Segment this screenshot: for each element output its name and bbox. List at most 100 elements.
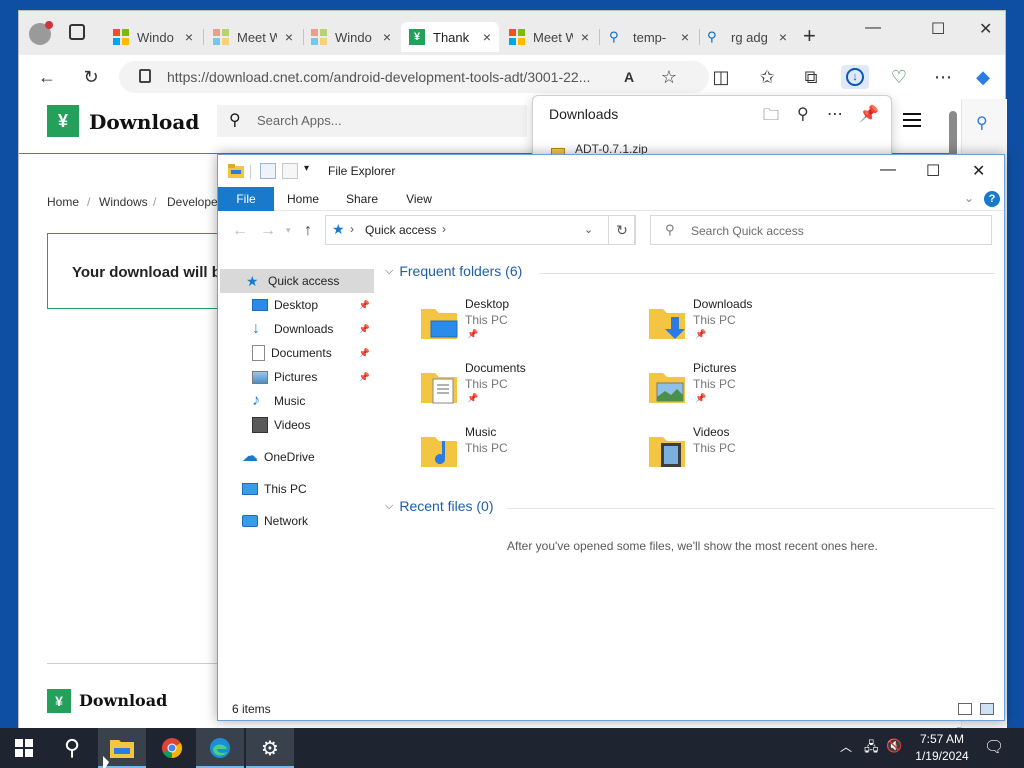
taskbar-search-button[interactable]: ⚲ <box>48 728 96 768</box>
tab-view[interactable]: View <box>400 187 438 211</box>
frequent-folders-header[interactable]: ⌵ Frequent folders (6) <box>385 263 522 279</box>
sidebar-item-music[interactable]: ♪ Music <box>220 389 374 413</box>
browser-tab[interactable]: Meet W × <box>501 22 597 52</box>
pin-icon[interactable]: 📌 <box>359 300 370 311</box>
chevron-right-icon[interactable]: › <box>442 222 446 236</box>
new-folder-icon[interactable] <box>282 163 298 179</box>
back-arrow-icon[interactable]: ← <box>232 222 248 240</box>
refresh-button[interactable]: ↻ <box>79 65 103 89</box>
browser-essentials-icon[interactable]: ♡ <box>887 65 911 89</box>
browser-tab[interactable]: ⚲ rg adg × <box>699 22 795 52</box>
browser-tab[interactable]: Windo × <box>303 22 399 52</box>
close-icon[interactable]: × <box>483 29 491 45</box>
close-icon[interactable]: × <box>681 29 689 45</box>
address-dropdown-icon[interactable]: ⌄ <box>584 223 593 236</box>
tab-share[interactable]: Share <box>340 187 384 211</box>
maximize-button[interactable]: ☐ <box>931 19 945 39</box>
breadcrumb-developer[interactable]: Developer <box>167 195 222 209</box>
sidebar-item-downloads[interactable]: ↓ Downloads 📌 <box>220 317 374 341</box>
folder-tile-videos[interactable]: Videos This PC <box>647 423 847 479</box>
breadcrumb-windows[interactable]: Windows <box>99 195 148 209</box>
pin-icon[interactable]: 📌 <box>359 372 370 383</box>
pin-icon[interactable]: 📌 <box>359 324 370 335</box>
close-icon[interactable]: × <box>779 29 787 45</box>
maximize-button[interactable]: ☐ <box>926 161 940 181</box>
site-logo-text[interactable]: Download <box>89 110 199 134</box>
close-window-button[interactable]: ✕ <box>972 161 985 181</box>
open-folder-icon[interactable]: 🗀 <box>763 104 779 131</box>
explorer-address-bar[interactable]: ★ › Quick access › ⌄ <box>325 215 635 245</box>
sidebar-item-quick-access[interactable]: ★ Quick access <box>220 269 374 293</box>
help-icon[interactable]: ? <box>984 191 1000 207</box>
close-window-button[interactable]: ✕ <box>979 19 992 39</box>
footer-logo-text[interactable]: Download <box>79 691 167 710</box>
explorer-refresh-button[interactable]: ↻ <box>608 215 636 245</box>
more-options-icon[interactable]: ⋯ <box>827 104 843 124</box>
sidebar-item-network[interactable]: Network <box>220 509 374 533</box>
sidebar-search-icon[interactable]: ⚲ <box>976 113 988 133</box>
browser-tab[interactable]: Windo × <box>105 22 201 52</box>
browser-tab[interactable]: Meet W × <box>205 22 301 52</box>
search-apps-input[interactable]: ⚲ Search Apps... <box>217 105 527 137</box>
close-icon[interactable]: × <box>185 29 193 45</box>
more-menu-icon[interactable]: ⋯ <box>931 65 955 89</box>
taskbar-edge[interactable] <box>196 728 244 768</box>
downloads-button[interactable]: ↓ <box>841 65 869 89</box>
read-aloud-icon[interactable]: A <box>617 65 641 89</box>
minimize-button[interactable]: — <box>865 19 881 37</box>
close-icon[interactable]: × <box>581 29 589 45</box>
network-status-icon[interactable]: 🖧 <box>864 738 879 768</box>
folder-tile-pictures[interactable]: Pictures This PC 📌 <box>647 359 847 415</box>
folder-tile-music[interactable]: Music This PC <box>419 423 619 479</box>
qat-dropdown-icon[interactable]: ▾ <box>304 163 309 174</box>
recent-locations-icon[interactable]: ▾ <box>286 225 291 236</box>
sidebar-item-desktop[interactable]: Desktop 📌 <box>220 293 374 317</box>
taskbar-settings[interactable]: ⚙ <box>246 728 294 768</box>
new-tab-button[interactable]: + <box>803 23 816 49</box>
minimize-button[interactable]: — <box>880 161 896 179</box>
show-hidden-icons-chevron-up-icon[interactable]: ︿ <box>840 738 852 768</box>
split-screen-icon[interactable]: ◫ <box>709 65 733 89</box>
sidebar-item-pictures[interactable]: Pictures 📌 <box>220 365 374 389</box>
hamburger-menu-icon[interactable] <box>903 113 921 127</box>
volume-muted-icon[interactable]: 🔇 <box>886 738 902 768</box>
recent-files-header[interactable]: ⌵ Recent files (0) <box>385 498 494 514</box>
start-button[interactable] <box>0 728 48 768</box>
favorite-star-icon[interactable]: ☆ <box>657 65 681 89</box>
details-view-icon[interactable] <box>958 703 972 715</box>
large-icons-view-icon[interactable] <box>980 703 994 715</box>
notification-center-icon[interactable]: 🗨 <box>984 737 1004 768</box>
back-button[interactable]: ← <box>35 65 59 89</box>
address-location[interactable]: Quick access <box>365 223 436 237</box>
tab-home[interactable]: Home <box>282 187 324 211</box>
taskbar-clock[interactable]: 7:57 AM 1/19/2024 <box>904 731 980 765</box>
tab-actions-icon[interactable] <box>69 24 85 40</box>
collections-icon[interactable]: ⧉ <box>799 65 823 89</box>
search-downloads-icon[interactable]: ⚲ <box>797 104 809 124</box>
tab-file[interactable]: File <box>218 187 274 211</box>
taskbar-chrome[interactable] <box>148 728 196 768</box>
chevron-right-icon[interactable]: › <box>350 222 354 236</box>
sidebar-item-videos[interactable]: Videos <box>220 413 374 437</box>
copilot-icon[interactable]: ◆ <box>971 65 995 89</box>
favorites-icon[interactable]: ✩ <box>755 65 779 89</box>
browser-tab[interactable]: ⚲ temp- × <box>601 22 697 52</box>
sidebar-item-this-pc[interactable]: This PC <box>220 477 374 501</box>
sidebar-item-onedrive[interactable]: ☁ OneDrive <box>220 445 374 469</box>
forward-arrow-icon[interactable]: → <box>260 222 276 240</box>
folder-tile-documents[interactable]: Documents This PC 📌 <box>419 359 619 415</box>
explorer-search-input[interactable]: ⚲ Search Quick access <box>650 215 992 245</box>
browser-tab-active[interactable]: ¥ Thank × <box>401 22 499 52</box>
expand-ribbon-icon[interactable]: ⌄ <box>964 191 974 205</box>
up-arrow-icon[interactable]: ↑ <box>304 222 312 240</box>
folder-tile-desktop[interactable]: Desktop This PC 📌 <box>419 295 619 351</box>
profile-avatar[interactable] <box>29 21 53 45</box>
pin-icon[interactable]: 📌 <box>359 348 370 359</box>
close-icon[interactable]: × <box>383 29 391 45</box>
sidebar-item-documents[interactable]: Documents 📌 <box>220 341 374 365</box>
pin-panel-icon[interactable]: 📌 <box>859 104 879 124</box>
close-icon[interactable]: × <box>285 29 293 45</box>
folder-tile-downloads[interactable]: Downloads This PC 📌 <box>647 295 847 351</box>
address-bar[interactable]: https://download.cnet.com/android-develo… <box>119 61 709 93</box>
properties-icon[interactable] <box>260 163 276 179</box>
